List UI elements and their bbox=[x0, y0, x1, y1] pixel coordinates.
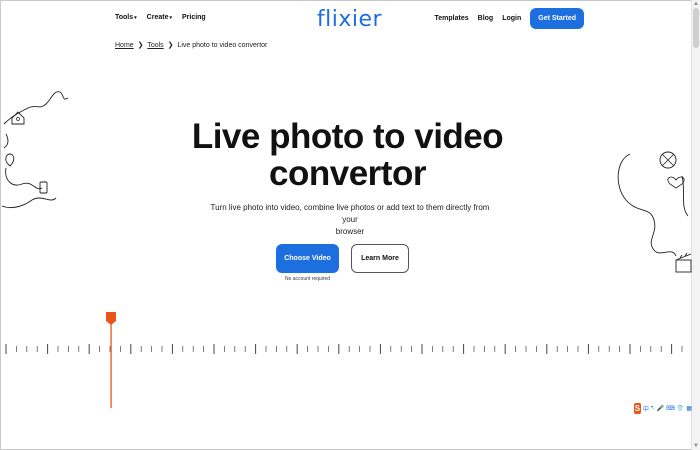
timeline-playhead[interactable] bbox=[106, 312, 116, 408]
microphone-icon[interactable]: 🎤 bbox=[657, 405, 664, 412]
nav-templates-link[interactable]: Templates bbox=[435, 15, 469, 22]
timeline-ruler bbox=[5, 344, 683, 354]
page-title-line-1: Live photo to video bbox=[191, 117, 504, 156]
nav-right-menu: Templates Blog Login Get Started bbox=[435, 8, 584, 29]
keyboard-icon[interactable]: ⌨ bbox=[666, 405, 675, 412]
nav-create-label: Create bbox=[146, 14, 169, 21]
sogou-logo-icon: S bbox=[634, 402, 641, 414]
toolbox-icon[interactable]: ▦ bbox=[686, 405, 692, 412]
scroll-down-arrow-icon[interactable]: ▼ bbox=[692, 442, 700, 450]
scrollbar-thumb[interactable] bbox=[693, 8, 699, 48]
page-title: Live photo to video convertor bbox=[0, 118, 695, 192]
chevron-down-icon: ▾ bbox=[169, 15, 172, 21]
learn-more-button[interactable]: Learn More bbox=[351, 244, 409, 273]
nav-tools-menu[interactable]: Tools▾ bbox=[115, 14, 137, 21]
nav-tools-label: Tools bbox=[115, 14, 134, 21]
top-navigation: Tools▾ Create▾ Pricing flixier Templates… bbox=[115, 7, 584, 33]
ime-toolbar[interactable]: S 中 •, 🎤 ⌨ 👕 ▦ bbox=[634, 402, 692, 414]
nav-left-menu: Tools▾ Create▾ Pricing bbox=[115, 14, 206, 21]
page-title-line-2: convertor bbox=[269, 154, 426, 193]
nav-login-link[interactable]: Login bbox=[502, 15, 521, 22]
chevron-right-icon: ❯ bbox=[167, 42, 174, 49]
page-subtitle-line-1: Turn live photo into video, combine live… bbox=[210, 203, 490, 224]
ime-mode[interactable]: 中 bbox=[643, 404, 649, 413]
chevron-right-icon: ❯ bbox=[137, 42, 144, 49]
nav-create-menu[interactable]: Create▾ bbox=[147, 14, 172, 21]
skin-icon[interactable]: 👕 bbox=[677, 405, 684, 412]
breadcrumb-current: Live photo to video convertor bbox=[177, 42, 268, 49]
breadcrumb-tools-link[interactable]: Tools bbox=[147, 42, 163, 49]
nav-pricing-link[interactable]: Pricing bbox=[182, 14, 206, 21]
page-subtitle: Turn live photo into video, combine live… bbox=[210, 202, 490, 238]
breadcrumb: Home ❯ Tools ❯ Live photo to video conve… bbox=[115, 41, 267, 49]
choose-video-button[interactable]: Choose Video bbox=[276, 244, 339, 273]
scroll-up-arrow-icon[interactable]: ▲ bbox=[692, 0, 700, 8]
get-started-button[interactable]: Get Started bbox=[530, 8, 584, 29]
ime-punctuation-icon[interactable]: •, bbox=[651, 405, 655, 411]
no-account-note: No account required bbox=[284, 276, 331, 282]
flixier-logo[interactable]: flixier bbox=[317, 7, 382, 32]
clapperboard-icon bbox=[675, 252, 692, 273]
breadcrumb-home-link[interactable]: Home bbox=[115, 42, 134, 49]
nav-blog-link[interactable]: Blog bbox=[478, 15, 494, 22]
chevron-down-icon: ▾ bbox=[134, 15, 137, 21]
page-subtitle-line-2: browser bbox=[335, 227, 365, 236]
